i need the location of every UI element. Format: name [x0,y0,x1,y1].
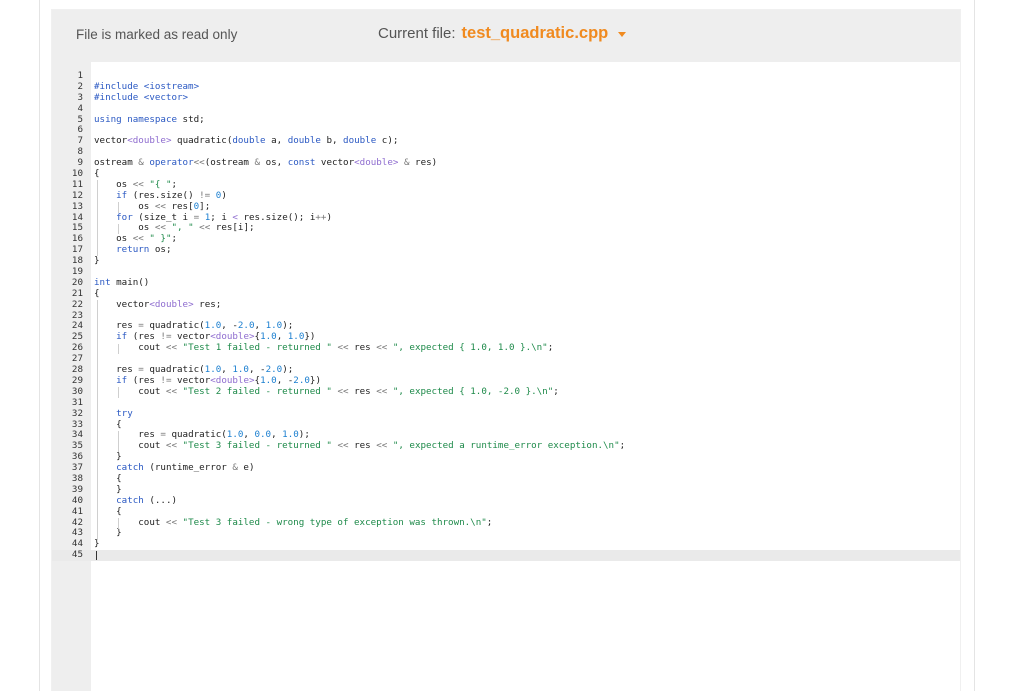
line-number: 41 [71,505,83,517]
indent-guide [118,517,119,529]
code-line[interactable]: 15 os << ", " << res[i]; [52,223,960,234]
indent-guide [118,201,119,213]
code-lines: 1 2 #include <iostream> 3 #include <vector> 4… [52,70,960,562]
code-line[interactable]: 35 cout << "Test 3 failed - returned " <… [52,440,960,452]
code-text: cout << "Test 3 failed - returned " << r… [94,440,626,452]
code-line[interactable]: 38 { [52,473,960,485]
code-text: using namespace std; [94,113,205,125]
code-editor[interactable]: 1 2 #include <iostream> 3 #include <vector> 4… [52,62,960,691]
indent-guide [97,180,98,257]
code-text: #include <vector> [94,91,189,103]
code-text: try [116,407,133,419]
code-line[interactable]: 42 cout << "Test 3 failed - wrong type o… [52,516,960,529]
line-number: 13 [71,200,83,212]
line-number: 22 [71,298,83,310]
indent-guide [97,299,98,540]
code-line[interactable]: 3 #include <vector> [52,91,960,104]
text-cursor [96,551,97,561]
code-line[interactable]: 44} [52,538,960,550]
code-text: cout << "Test 2 failed - returned " << r… [94,385,559,397]
code-text: } [94,538,100,550]
line-number: 31 [71,396,83,408]
code-line[interactable]: 19 [52,266,960,278]
code-line[interactable]: 5 using namespace std; [52,113,960,126]
code-text: cout << "Test 3 failed - wrong type of e… [94,516,493,528]
chevron-down-icon[interactable] [618,32,627,37]
line-number: 4 [77,102,83,114]
code-line[interactable]: 22 vector<double> res; [52,298,960,311]
code-text: { [94,505,122,517]
code-text: catch (...) [116,494,178,506]
indent-guide [118,387,119,398]
code-line[interactable]: 13 os << res[0]; [52,200,960,213]
code-line[interactable]: 45 [52,549,960,562]
code-line[interactable]: 31 [52,396,960,409]
code-line[interactable]: 17 return os; [52,244,960,256]
file-toolbar: File is marked as read only Current file… [52,10,960,62]
code-line[interactable]: 37 catch (runtime_error & e) [52,462,960,474]
code-text: } [94,255,100,267]
code-line[interactable]: 32 try [52,407,960,420]
code-text: ostream & operator<<(ostream & os, const… [94,157,438,169]
code-text: cout << "Test 1 failed - returned " << r… [94,342,554,354]
code-line[interactable]: 20 int main() [52,276,960,289]
code-line[interactable]: 4 [52,102,960,115]
current-file-selector[interactable]: Current file: test_quadratic.cpp [378,24,627,43]
code-line[interactable]: 7 vector<double> quadratic(double a, doub… [52,135,960,147]
code-line[interactable]: 39 } [52,484,960,496]
code-line[interactable]: 26 cout << "Test 1 failed - returned " <… [52,342,960,354]
code-text: return os; [116,244,172,256]
line-number: 45 [71,549,83,561]
code-text: vector<double> quadratic(double a, doubl… [94,135,399,147]
code-line[interactable]: 30 cout << "Test 2 failed - returned " <… [52,385,960,398]
code-line[interactable]: 9 ostream & operator<<(ostream & os, cons… [52,157,960,169]
code-line[interactable]: 2 #include <iostream> [52,81,960,93]
code-line[interactable]: 40 catch (...) [52,494,960,507]
code-line[interactable]: 10{ [52,168,960,180]
code-text: vector<double> res; [94,298,222,310]
line-number: 40 [71,494,83,506]
indent-guide [118,343,119,355]
code-line[interactable]: 43 } [52,528,960,539]
indent-guide [118,223,119,235]
current-file-name[interactable]: test_quadratic.cpp [462,24,609,43]
code-line[interactable]: 16 os << " }"; [52,233,960,245]
read-only-notice: File is marked as read only [76,27,238,42]
line-number: 32 [71,407,83,419]
code-text: int main() [94,276,150,288]
indent-guide [118,430,119,453]
current-file-label: Current file: [378,25,456,42]
code-viewer-panel: File is marked as read only Current file… [52,10,960,691]
code-line[interactable]: 18} [52,255,960,267]
